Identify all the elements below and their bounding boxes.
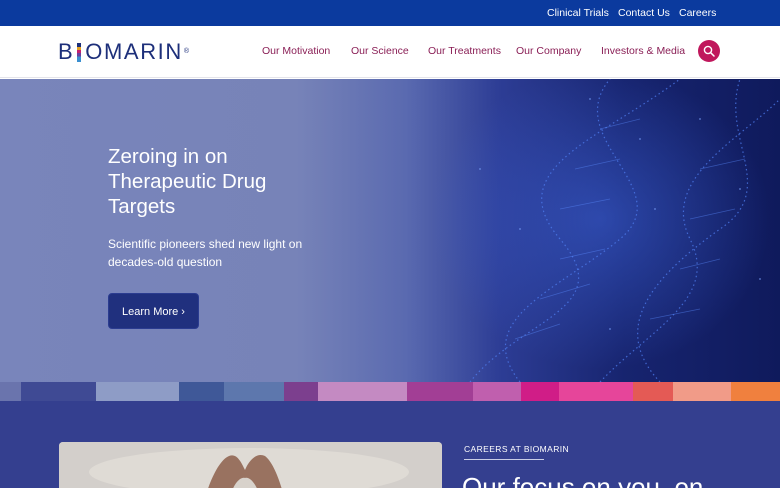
color-strip-segment <box>96 382 179 401</box>
utility-link-clinical-trials[interactable]: Clinical Trials <box>547 7 609 20</box>
logo-letter-b: B <box>58 39 75 64</box>
color-strip-segment <box>521 382 559 401</box>
color-strip-segment <box>559 382 633 401</box>
main-header: B OMARIN ® Our Motivation Our Science Ou… <box>0 26 780 78</box>
color-strip-segment <box>673 382 731 401</box>
color-strip-segment <box>473 382 521 401</box>
nav-investors-media[interactable]: Investors & Media <box>601 44 685 58</box>
careers-section: CAREERS AT BIOMARIN Our focus on you, on <box>0 401 780 488</box>
color-strip-segment <box>407 382 473 401</box>
hero-title: Zeroing in on Therapeutic Drug Targets <box>108 145 267 218</box>
search-button[interactable] <box>698 40 720 62</box>
nav-our-motivation[interactable]: Our Motivation <box>262 44 330 58</box>
logo-registered: ® <box>183 48 190 55</box>
utility-link-careers[interactable]: Careers <box>679 7 716 20</box>
careers-label: CAREERS AT BIOMARIN <box>464 444 570 454</box>
hero-banner: Zeroing in on Therapeutic Drug Targets S… <box>0 79 780 382</box>
nav-our-company[interactable]: Our Company <box>516 44 581 58</box>
color-strip-segment <box>318 382 407 401</box>
biomarin-logo[interactable]: B OMARIN ® <box>58 40 189 64</box>
color-strip-segment <box>633 382 673 401</box>
color-strip-segment <box>21 382 96 401</box>
careers-heading: Our focus on you, on <box>462 472 704 488</box>
careers-photo[interactable] <box>59 442 442 488</box>
search-icon <box>703 45 715 57</box>
color-strip-segment <box>731 382 780 401</box>
nav-our-treatments[interactable]: Our Treatments <box>428 44 501 58</box>
color-strip <box>0 382 780 401</box>
heart-hands-image <box>59 442 442 488</box>
color-strip-segment <box>0 382 21 401</box>
hero-subtitle: Scientific pioneers shed new light on de… <box>108 237 303 269</box>
careers-underline <box>464 459 544 460</box>
dna-helix-illustration <box>430 79 780 382</box>
color-strip-segment <box>224 382 284 401</box>
utility-link-contact-us[interactable]: Contact Us <box>618 7 670 20</box>
nav-our-science[interactable]: Our Science <box>351 44 409 58</box>
utility-bar: Clinical Trials Contact Us Careers <box>0 0 780 26</box>
color-strip-segment <box>179 382 224 401</box>
logo-text: OMARIN <box>85 39 183 64</box>
logo-colored-i <box>77 42 82 62</box>
learn-more-button[interactable]: Learn More › <box>108 293 199 329</box>
color-strip-segment <box>284 382 318 401</box>
